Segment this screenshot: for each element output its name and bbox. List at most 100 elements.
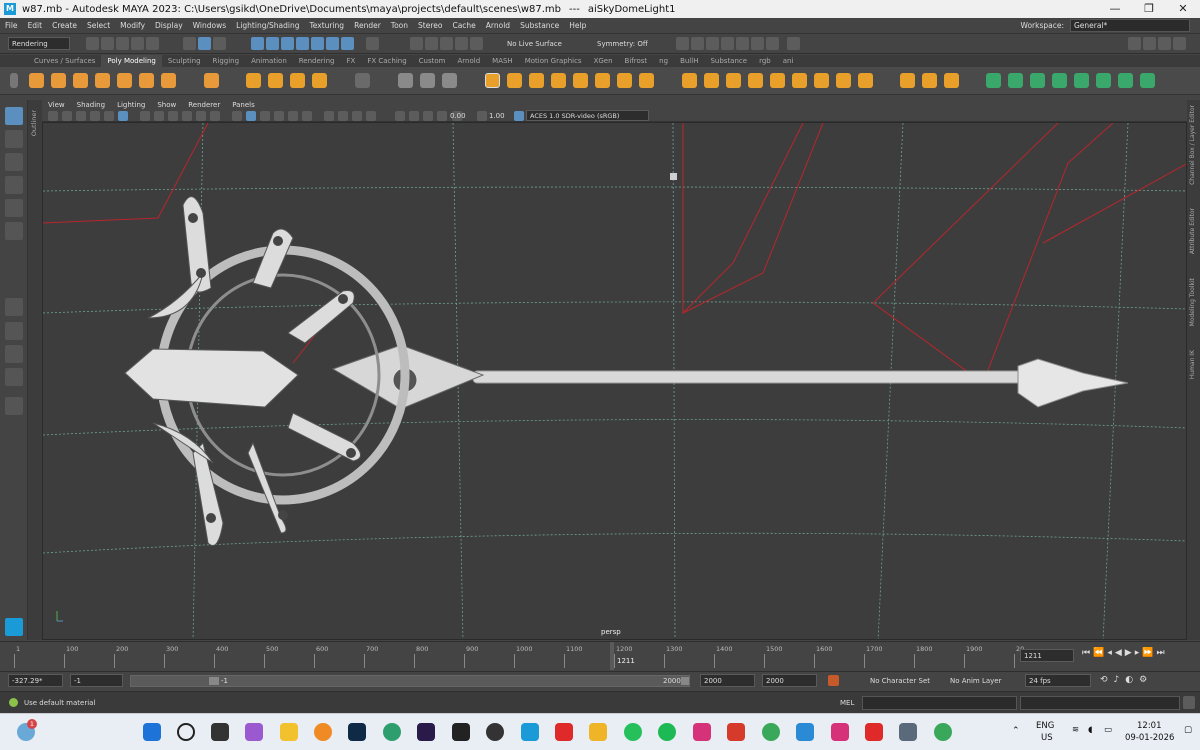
history-icon[interactable] <box>410 37 423 50</box>
output-ops-icon[interactable] <box>440 37 453 50</box>
sweep-mesh-icon[interactable] <box>246 73 261 88</box>
outliner-layout-icon[interactable] <box>5 368 23 386</box>
chatgpt-icon[interactable] <box>486 723 504 741</box>
shelf-tab-arnold[interactable]: Arnold <box>452 55 487 67</box>
film-gate-icon[interactable] <box>154 111 164 121</box>
time-slider[interactable]: 1 100 200 300 400 500 600 700 800 900 1000 1100 1200… <box>0 641 1200 670</box>
range-bar[interactable]: -1 2000 <box>130 675 690 687</box>
ambient-occlusion-icon[interactable] <box>324 111 334 121</box>
poly-disc-icon[interactable] <box>161 73 176 88</box>
platonic-solid-icon[interactable] <box>204 73 219 88</box>
lock-icon[interactable] <box>366 37 379 50</box>
edit-edge-flow-icon[interactable] <box>900 73 915 88</box>
snap-vertex-icon[interactable] <box>326 37 339 50</box>
command-input[interactable] <box>862 696 1017 710</box>
panel-menu-panels[interactable]: Panels <box>226 101 261 109</box>
settings-icon[interactable] <box>899 723 917 741</box>
gamma-value[interactable]: 1.00 <box>489 112 505 120</box>
grid-toggle-icon[interactable] <box>140 111 150 121</box>
magnet-icon[interactable] <box>470 37 483 50</box>
uv-editor-icon[interactable] <box>986 73 1001 88</box>
step-forward-key-icon[interactable]: ⏩ <box>1142 648 1153 658</box>
two-d-pan-icon[interactable] <box>104 111 114 121</box>
shelf-tab-substance[interactable]: Substance <box>704 55 753 67</box>
wireframe-on-shaded-icon[interactable] <box>260 111 270 121</box>
arrow-app-icon[interactable] <box>796 723 814 741</box>
shelf-tab-rendering[interactable]: Rendering <box>293 55 341 67</box>
single-view-icon[interactable] <box>5 298 23 316</box>
grease-pencil-icon[interactable] <box>118 111 128 121</box>
bookmark-icon[interactable] <box>76 111 86 121</box>
attribute-editor-tab[interactable]: Attribute Editor <box>1189 208 1196 254</box>
go-start-icon[interactable]: ⏮ <box>1082 648 1090 658</box>
modeling-toolkit-tab[interactable]: Modeling Toolkit <box>1189 278 1196 326</box>
shelf-tab-animation[interactable]: Animation <box>245 55 293 67</box>
multi-cut-icon[interactable] <box>792 73 807 88</box>
modeling-toolkit-icon[interactable] <box>1143 37 1156 50</box>
shelf-tab-ng[interactable]: ng <box>653 55 674 67</box>
close-button[interactable]: ✕ <box>1166 0 1200 18</box>
play-forward-icon[interactable]: ▶ <box>1125 648 1132 658</box>
preferences-icon[interactable]: ⚙ <box>1139 675 1147 685</box>
wifi-icon[interactable]: ≋ <box>1072 725 1079 735</box>
bridge-icon[interactable] <box>704 73 719 88</box>
menu-texturing[interactable]: Texturing <box>304 21 349 30</box>
channel-box-tab[interactable]: Channel Box / Layer Editor <box>1189 105 1196 185</box>
depth-of-field-icon[interactable] <box>366 111 376 121</box>
menu-create[interactable]: Create <box>47 21 82 30</box>
minimize-button[interactable]: — <box>1098 0 1132 18</box>
anim-layer-label[interactable]: No Anim Layer <box>950 677 1001 685</box>
panel-menu-renderer[interactable]: Renderer <box>182 101 226 109</box>
poly-cylinder-icon[interactable] <box>73 73 88 88</box>
separate-icon[interactable] <box>442 73 457 88</box>
motion-blur-icon[interactable] <box>338 111 348 121</box>
script-editor-icon[interactable] <box>1183 696 1195 709</box>
substance-icon[interactable] <box>727 723 745 741</box>
instagram-2-icon[interactable] <box>831 723 849 741</box>
field-chart-icon[interactable] <box>196 111 206 121</box>
four-view-icon[interactable] <box>5 322 23 340</box>
spherical-map-icon[interactable] <box>1052 73 1067 88</box>
menu-select[interactable]: Select <box>82 21 115 30</box>
render-settings-icon[interactable] <box>721 37 734 50</box>
select-object-icon[interactable] <box>198 37 211 50</box>
volume-icon[interactable]: ◖ <box>1088 725 1092 735</box>
render-frame-icon[interactable] <box>691 37 704 50</box>
undo-icon[interactable] <box>131 37 144 50</box>
new-scene-icon[interactable] <box>86 37 99 50</box>
bevel-icon[interactable] <box>726 73 741 88</box>
file-explorer-icon[interactable] <box>589 723 607 741</box>
shelf-tab-sculpting[interactable]: Sculpting <box>162 55 207 67</box>
link-app-icon[interactable] <box>452 723 470 741</box>
maya-taskbar-icon[interactable] <box>521 723 539 741</box>
clock-time[interactable]: 12:01 <box>1137 721 1162 731</box>
hypershade-icon[interactable] <box>736 37 749 50</box>
outliner-side-tab[interactable]: Outliner <box>28 100 42 640</box>
smooth-shade-icon[interactable] <box>246 111 256 121</box>
open-scene-icon[interactable] <box>101 37 114 50</box>
panel-menu-shading[interactable]: Shading <box>71 101 111 109</box>
fps-dropdown[interactable]: 24 fps <box>1025 674 1091 687</box>
extrude-icon[interactable] <box>682 73 697 88</box>
redo-icon[interactable] <box>146 37 159 50</box>
mirror-icon[interactable] <box>398 73 413 88</box>
step-forward-frame-icon[interactable]: ▸ <box>1135 648 1140 658</box>
svg-icon[interactable] <box>312 73 327 88</box>
move-tool-icon[interactable] <box>5 176 23 194</box>
range-start-handle[interactable] <box>209 677 219 685</box>
chevron-up-icon[interactable]: ⌃ <box>1012 726 1020 736</box>
ipr-render-icon[interactable] <box>706 37 719 50</box>
step-back-frame-icon[interactable]: ◂ <box>1107 648 1112 658</box>
shelf-tab-bifrost[interactable]: Bifrost <box>619 55 654 67</box>
coord-field[interactable]: -327.29* <box>8 674 63 687</box>
start-icon[interactable] <box>143 723 161 741</box>
gamma-icon[interactable] <box>477 111 487 121</box>
edge-icon[interactable] <box>383 723 401 741</box>
auto-map-icon[interactable] <box>1074 73 1089 88</box>
menu-help[interactable]: Help <box>564 21 591 30</box>
shelf-tab-poly-modeling[interactable]: Poly Modeling <box>101 55 162 67</box>
lang-top[interactable]: ENG <box>1036 721 1054 731</box>
snap-curve-icon[interactable] <box>266 37 279 50</box>
wireframe-icon[interactable] <box>232 111 242 121</box>
scale-tool-icon[interactable] <box>5 222 23 240</box>
